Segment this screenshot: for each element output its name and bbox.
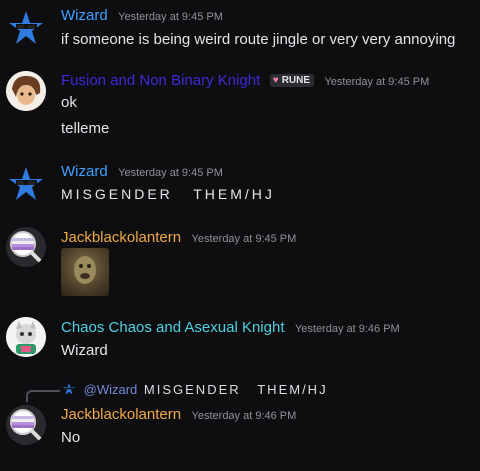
message-text: Wizard xyxy=(61,342,108,359)
timestamp: Yesterday at 9:46 PM xyxy=(191,410,297,422)
message-text: MISGENDER THEM/HJ xyxy=(61,186,275,202)
author-name[interactable]: Wizard xyxy=(61,7,108,24)
timestamp: Yesterday at 9:45 PM xyxy=(118,11,223,23)
message-text: if someone is being weird route jingle o… xyxy=(61,31,456,48)
reply-mention[interactable]: @Wizard xyxy=(84,382,138,397)
jack-avatar-icon[interactable] xyxy=(6,405,46,445)
author-name[interactable]: Chaos Chaos and Asexual Knight xyxy=(61,319,284,336)
timestamp: Yesterday at 9:45 PM xyxy=(191,233,297,245)
reply-text: MISGENDER THEM/HJ xyxy=(143,382,328,397)
author-name[interactable]: Wizard xyxy=(61,163,108,180)
author-name[interactable]: Fusion and Non Binary Knight xyxy=(61,72,260,89)
wizard-avatar-icon[interactable] xyxy=(6,164,46,204)
reply-preview[interactable]: @Wizard MISGENDER THEM/HJ xyxy=(62,382,328,397)
fusion-avatar-icon[interactable] xyxy=(6,71,46,111)
timestamp: Yesterday at 9:45 PM xyxy=(118,167,223,179)
heart-icon: ♥ xyxy=(272,75,279,86)
image-attachment[interactable] xyxy=(61,248,109,296)
timestamp: Yesterday at 9:45 PM xyxy=(324,76,430,88)
badge-label: RUNE xyxy=(281,75,311,86)
wizard-avatar-icon[interactable] xyxy=(6,8,46,48)
message-text: No xyxy=(61,429,81,446)
reply-connector xyxy=(26,390,60,402)
wizard-mini-avatar-icon xyxy=(63,383,75,395)
rune-badge: ♥ RUNE xyxy=(269,74,315,87)
message-text: telleme xyxy=(61,120,110,137)
message-text: ok xyxy=(61,94,77,111)
chaos-avatar-icon[interactable] xyxy=(6,317,46,357)
author-name[interactable]: Jackblackolantern xyxy=(61,229,181,246)
timestamp: Yesterday at 9:46 PM xyxy=(294,323,400,335)
jack-avatar-icon[interactable] xyxy=(6,227,46,267)
author-name[interactable]: Jackblackolantern xyxy=(61,406,181,423)
